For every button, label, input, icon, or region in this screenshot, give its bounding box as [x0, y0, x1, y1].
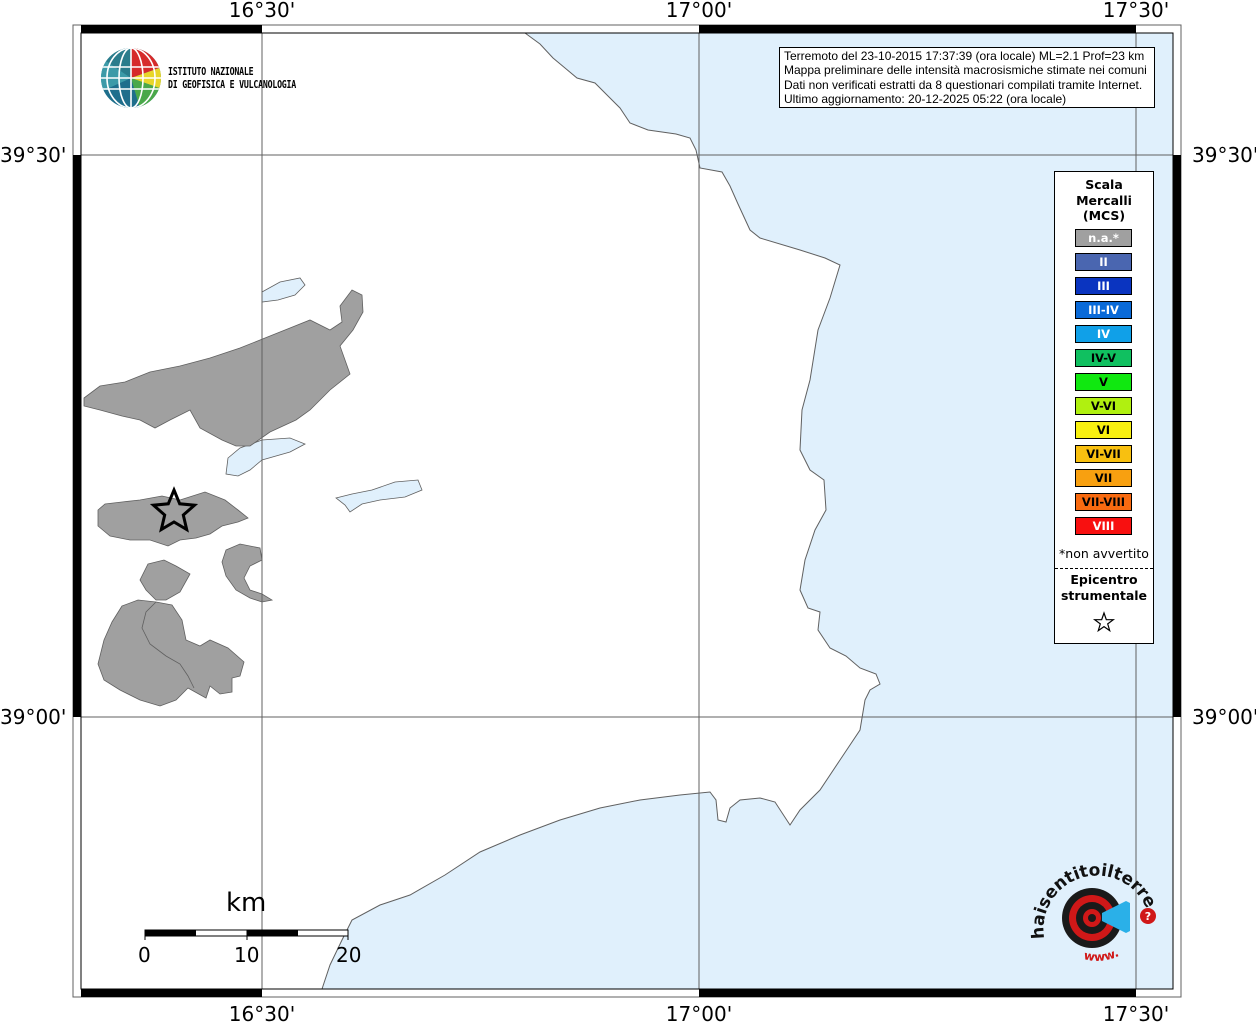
- legend-epicenter-line1: Epicentro: [1070, 572, 1138, 587]
- lon-label-bottom-2: 17°00': [665, 1002, 733, 1026]
- legend-swatch: IV-V: [1075, 349, 1132, 367]
- legend-star-icon: [1092, 611, 1116, 633]
- lon-label-top-2: 17°00': [665, 0, 733, 22]
- legend-swatch: VIII: [1075, 517, 1132, 535]
- scale-label-10: 10: [234, 943, 260, 967]
- legend-swatch: VII: [1075, 469, 1132, 487]
- legend-title-line1: Scala: [1085, 177, 1123, 192]
- lon-label-top-3: 17°30': [1102, 0, 1170, 22]
- earthquake-info-box: Terremoto del 23-10-2015 17:37:39 (ora l…: [779, 47, 1155, 108]
- legend-swatch: II: [1075, 253, 1132, 271]
- lon-label-bottom-3: 17°30': [1102, 1002, 1170, 1026]
- legend-swatch: V-VI: [1075, 397, 1132, 415]
- legend-epicenter-label: Epicentro strumentale: [1055, 572, 1153, 604]
- legend-title-line2: Mercalli: [1076, 192, 1132, 208]
- scale-unit: km: [226, 888, 267, 918]
- svg-text:?: ?: [1145, 910, 1151, 923]
- legend-swatch: VII-VIII: [1075, 493, 1132, 511]
- globe-icon: [101, 48, 161, 108]
- haisentito-logo: haisentitoilterremoto.it www. ?: [1021, 840, 1165, 975]
- legend-swatch: n.a.*: [1075, 229, 1132, 247]
- legend-swatch: III-IV: [1075, 301, 1132, 319]
- legend-swatch: III: [1075, 277, 1132, 295]
- legend-epicenter-line2: strumentale: [1060, 588, 1148, 603]
- legend-note: *non avvertito: [1059, 546, 1149, 561]
- intensity-legend: Scala Mercalli (MCS) n.a.* II III III-IV IV I…: [1054, 171, 1154, 644]
- ingv-name-line1: ISTITUTO NAZIONALE: [168, 65, 254, 78]
- legend-swatch: V: [1075, 373, 1132, 391]
- info-line-event: Terremoto del 23-10-2015 17:37:39 (ora l…: [784, 49, 1145, 63]
- lat-label-left-2: 39°00': [0, 705, 67, 729]
- info-line-updated: Ultimo aggiornamento: 20-12-2025 05:22 (…: [784, 92, 1067, 107]
- lat-label-left-1: 39°30': [0, 143, 67, 167]
- info-line-map: Mappa preliminare delle intensità macros…: [784, 63, 1147, 78]
- scale-label-20: 20: [336, 943, 362, 967]
- legend-title: Scala Mercalli (MCS): [1055, 177, 1153, 224]
- haisentito-target-icon: haisentitoilterremoto.it www. ?: [1021, 840, 1160, 965]
- lat-label-right-1: 39°30': [1192, 143, 1256, 167]
- legend-swatch: IV: [1075, 325, 1132, 343]
- lon-label-bottom-1: 16°30': [228, 1002, 296, 1026]
- legend-separator: [1055, 568, 1153, 569]
- scale-label-0: 0: [138, 943, 151, 967]
- ingv-logo: ISTITUTO NAZIONALE DI GEOFISICA E VULCAN…: [100, 47, 320, 111]
- info-line-data: Dati non verificati estratti da 8 questi…: [784, 77, 1143, 92]
- legend-swatch: VI-VII: [1075, 445, 1132, 463]
- legend-swatch: VI: [1075, 421, 1132, 439]
- ingv-name-line2: DI GEOFISICA E VULCANOLOGIA: [168, 78, 297, 91]
- haisentito-www-text: www.: [1083, 946, 1121, 965]
- lat-label-right-2: 39°00': [1192, 705, 1256, 729]
- legend-title-line3: (MCS): [1082, 208, 1126, 223]
- lon-label-top-1: 16°30': [228, 0, 296, 22]
